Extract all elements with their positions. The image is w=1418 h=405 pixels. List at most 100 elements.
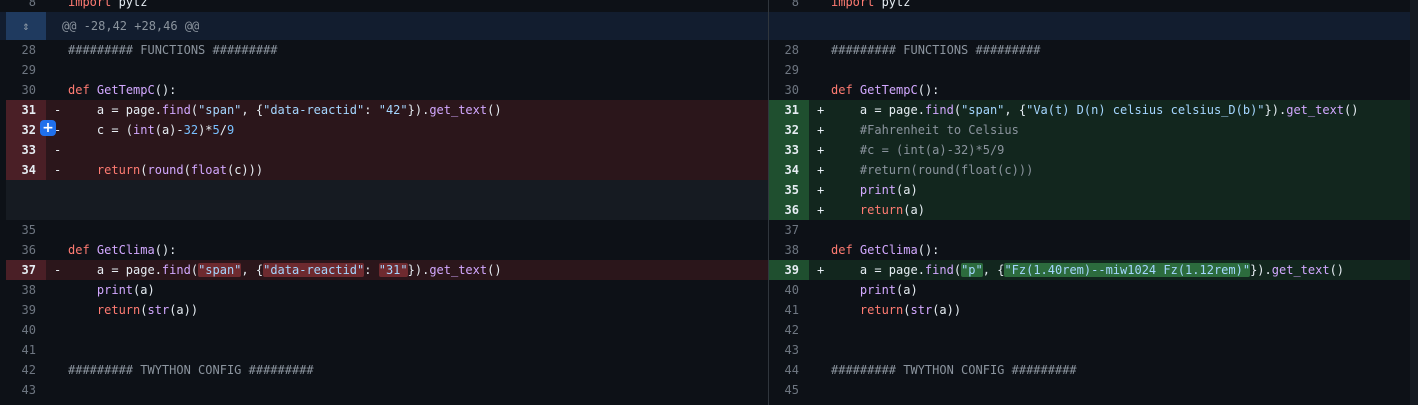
line-number[interactable]: 28 — [769, 40, 809, 60]
line-number[interactable]: 34 — [769, 160, 809, 180]
code-line: print(a) — [859, 183, 918, 197]
code-line: def GetClima(): — [831, 243, 940, 257]
split-divider[interactable] — [768, 0, 769, 405]
addition-marker: + — [817, 263, 825, 277]
hunk-header: ⇕ @@ -28,42 +28,46 @@ — [0, 12, 1418, 40]
diff-row-context: 8 import pytz 8 import pytz — [0, 0, 1418, 12]
unfold-icon: ⇕ — [22, 19, 30, 33]
line-number[interactable]: 28 — [6, 40, 46, 60]
code-line: def GetTempC(): — [68, 83, 177, 97]
code-line: def GetTempC(): — [831, 83, 940, 97]
right-line-added: 39 + a = page.find("p", {"Fz(1.40rem)--m… — [769, 260, 1410, 280]
line-number[interactable]: 31 — [6, 100, 46, 120]
line-number[interactable]: 42 — [6, 360, 46, 380]
code-line: return(str(a)) — [859, 303, 962, 317]
line-number[interactable]: 40 — [769, 280, 809, 300]
code-line: import pytz — [68, 0, 148, 9]
line-number[interactable]: 41 — [769, 300, 809, 320]
diff-row-changed: 32 - c = (int(a)-32)*5/9 32 + #Fahrenhei… — [0, 120, 1418, 140]
right-line-added: 32 + #Fahrenheit to Celsius — [769, 120, 1410, 140]
code-line: return(round(float(c))) — [96, 163, 264, 177]
diff-row-changed: 35 + print(a) — [0, 180, 1418, 200]
code-line: c = (int(a)-32)*5/9 — [68, 123, 235, 137]
line-number[interactable]: 36 — [6, 240, 46, 260]
right-line: 40 print(a) — [769, 280, 1410, 300]
left-line: 41 — [6, 340, 768, 360]
diff-row-context: 36 def GetClima(): 38 def GetClima(): — [0, 240, 1418, 260]
diff-row-context: 40 42 — [0, 320, 1418, 340]
diff-row-changed: 34 - return(round(float(c))) 34 + #retur… — [0, 160, 1418, 180]
line-number[interactable]: 38 — [769, 240, 809, 260]
line-number[interactable]: 8 — [6, 0, 46, 12]
code-line: ######### TWYTHON CONFIG ######### — [68, 363, 314, 377]
line-number[interactable]: 29 — [6, 60, 46, 80]
line-number[interactable]: 37 — [769, 220, 809, 240]
line-number[interactable]: 43 — [6, 380, 46, 400]
diff-row-context: 35 37 — [0, 220, 1418, 240]
line-number[interactable]: 44 — [769, 360, 809, 380]
line-number[interactable]: 31 — [769, 100, 809, 120]
line-number[interactable]: 33 — [6, 140, 46, 160]
line-number[interactable]: 38 — [6, 280, 46, 300]
addition-marker: + — [817, 123, 825, 137]
line-number[interactable]: 35 — [6, 220, 46, 240]
line-number[interactable]: 45 — [769, 380, 809, 400]
line-number[interactable]: 35 — [769, 180, 809, 200]
code-line: print(a) — [96, 283, 155, 297]
left-line: 8 import pytz — [6, 0, 768, 12]
code-line: ######### TWYTHON CONFIG ######### — [831, 363, 1077, 377]
line-number[interactable]: 41 — [6, 340, 46, 360]
diff-row-context: 30 def GetTempC(): 30 def GetTempC(): — [0, 80, 1418, 100]
diff-row-changed: 36 + return(a) — [0, 200, 1418, 220]
diff-row-context: 42 ######### TWYTHON CONFIG ######### 44… — [0, 360, 1418, 380]
right-line-added: 31 + a = page.find("span", {"Va(t) D(n) … — [769, 100, 1410, 120]
code-line: a = page.find("span", {"Va(t) D(n) celsi… — [831, 103, 1359, 117]
line-number[interactable]: 32 — [769, 120, 809, 140]
addition-marker: + — [817, 163, 825, 177]
line-number[interactable]: 30 — [6, 80, 46, 100]
diff-row-context: 39 return(str(a)) 41 return(str(a)) — [0, 300, 1418, 320]
code-line: import pytz — [831, 0, 911, 9]
diff-row-context: 41 43 — [0, 340, 1418, 360]
line-number[interactable]: 34 — [6, 160, 46, 180]
line-number[interactable]: 42 — [769, 320, 809, 340]
right-line-added: 35 + print(a) — [769, 180, 1410, 200]
left-line: 39 return(str(a)) — [6, 300, 768, 320]
line-number[interactable]: 8 — [769, 0, 809, 12]
line-number[interactable]: 39 — [769, 260, 809, 280]
line-number[interactable]: 43 — [769, 340, 809, 360]
right-line: 29 — [769, 60, 1410, 80]
right-line: 37 — [769, 220, 1410, 240]
addition-marker: + — [817, 203, 825, 217]
line-number[interactable]: 33 — [769, 140, 809, 160]
code-line: ######### FUNCTIONS ######### — [831, 43, 1041, 57]
line-number[interactable]: 39 — [6, 300, 46, 320]
right-line: 38 def GetClima(): — [769, 240, 1410, 260]
line-number[interactable]: 29 — [769, 60, 809, 80]
addition-marker: + — [817, 183, 825, 197]
right-line-added: 33 + #c = (int(a)-32)*5/9 — [769, 140, 1410, 160]
add-comment-button[interactable]: + — [40, 120, 56, 136]
line-number[interactable]: 40 — [6, 320, 46, 340]
line-number[interactable]: 30 — [769, 80, 809, 100]
deletion-marker: - — [54, 103, 62, 117]
line-number[interactable]: 36 — [769, 200, 809, 220]
deletion-marker: - — [54, 123, 62, 137]
diff-row-context: 29 29 — [0, 60, 1418, 80]
line-number[interactable]: 37 — [6, 260, 46, 280]
left-line: 30 def GetTempC(): — [6, 80, 768, 100]
code-line: a = page.find("p", {"Fz(1.40rem)--miw102… — [831, 263, 1345, 277]
deletion-marker: - — [54, 163, 62, 177]
split-diff-view: 8 import pytz 8 import pytz ⇕ @@ -28,42 … — [0, 0, 1418, 405]
code-line: #return(round(float(c))) — [831, 163, 1034, 177]
left-line-empty — [6, 180, 768, 200]
left-line: 42 ######### TWYTHON CONFIG ######### — [6, 360, 768, 380]
right-line: 30 def GetTempC(): — [769, 80, 1410, 100]
right-line: 8 import pytz — [769, 0, 1410, 12]
expand-button[interactable]: ⇕ — [6, 12, 46, 40]
left-line: 28 ######### FUNCTIONS ######### — [6, 40, 768, 60]
addition-marker: + — [817, 103, 825, 117]
code-line: #Fahrenheit to Celsius — [831, 123, 1019, 137]
deletion-marker: - — [54, 263, 62, 277]
left-line-deleted: 31 - a = page.find("span", {"data-reacti… — [6, 100, 768, 120]
